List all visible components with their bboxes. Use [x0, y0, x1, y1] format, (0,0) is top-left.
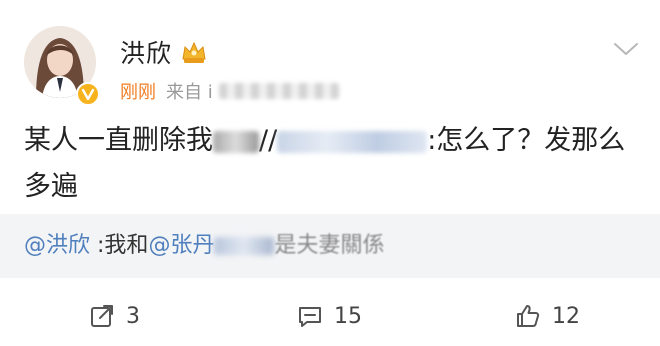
like-count: 12: [552, 303, 580, 329]
thumbs-up-icon: [517, 305, 540, 327]
repost-section[interactable]: @洪欣 :我和@张丹 是夫妻關係: [0, 214, 660, 278]
share-button[interactable]: 3: [88, 302, 140, 330]
redacted-text-2: [214, 237, 275, 255]
post-source: 来自 i: [166, 82, 213, 103]
comment-count: 15: [334, 303, 362, 329]
content-separator: //: [259, 125, 278, 156]
crown-icon: [182, 41, 206, 63]
username[interactable]: 洪欣: [120, 34, 172, 70]
weibo-post: 洪欣 刚刚 来自 i 某人一直删除我//:怎么了？发那么多遍 @洪欣 :我和@张…: [0, 0, 660, 346]
comment-icon: [299, 307, 321, 327]
action-bar: 3 15 12: [0, 292, 660, 340]
mention-link-2[interactable]: @张丹: [148, 233, 214, 258]
content-text: 某人一直删除我: [24, 125, 213, 156]
redacted-source: [218, 83, 339, 99]
repost-text-2: 是夫妻關係: [274, 233, 385, 258]
redacted-text: [213, 130, 259, 153]
mention-link[interactable]: @洪欣: [24, 233, 90, 258]
vip-badge-icon: [76, 82, 100, 106]
repost-text: :我和: [97, 233, 149, 258]
post-time: 刚刚: [120, 82, 156, 103]
share-count: 3: [126, 303, 140, 329]
name-row: 洪欣: [120, 34, 208, 70]
redacted-mention: [277, 130, 428, 153]
meta-row: 刚刚 来自 i: [120, 78, 339, 104]
post-content: 某人一直删除我//:怎么了？发那么多遍: [24, 118, 636, 210]
like-button[interactable]: 12: [514, 302, 580, 330]
comment-button[interactable]: 15: [296, 302, 362, 330]
share-icon: [91, 305, 113, 327]
chevron-down-icon[interactable]: [612, 40, 640, 58]
